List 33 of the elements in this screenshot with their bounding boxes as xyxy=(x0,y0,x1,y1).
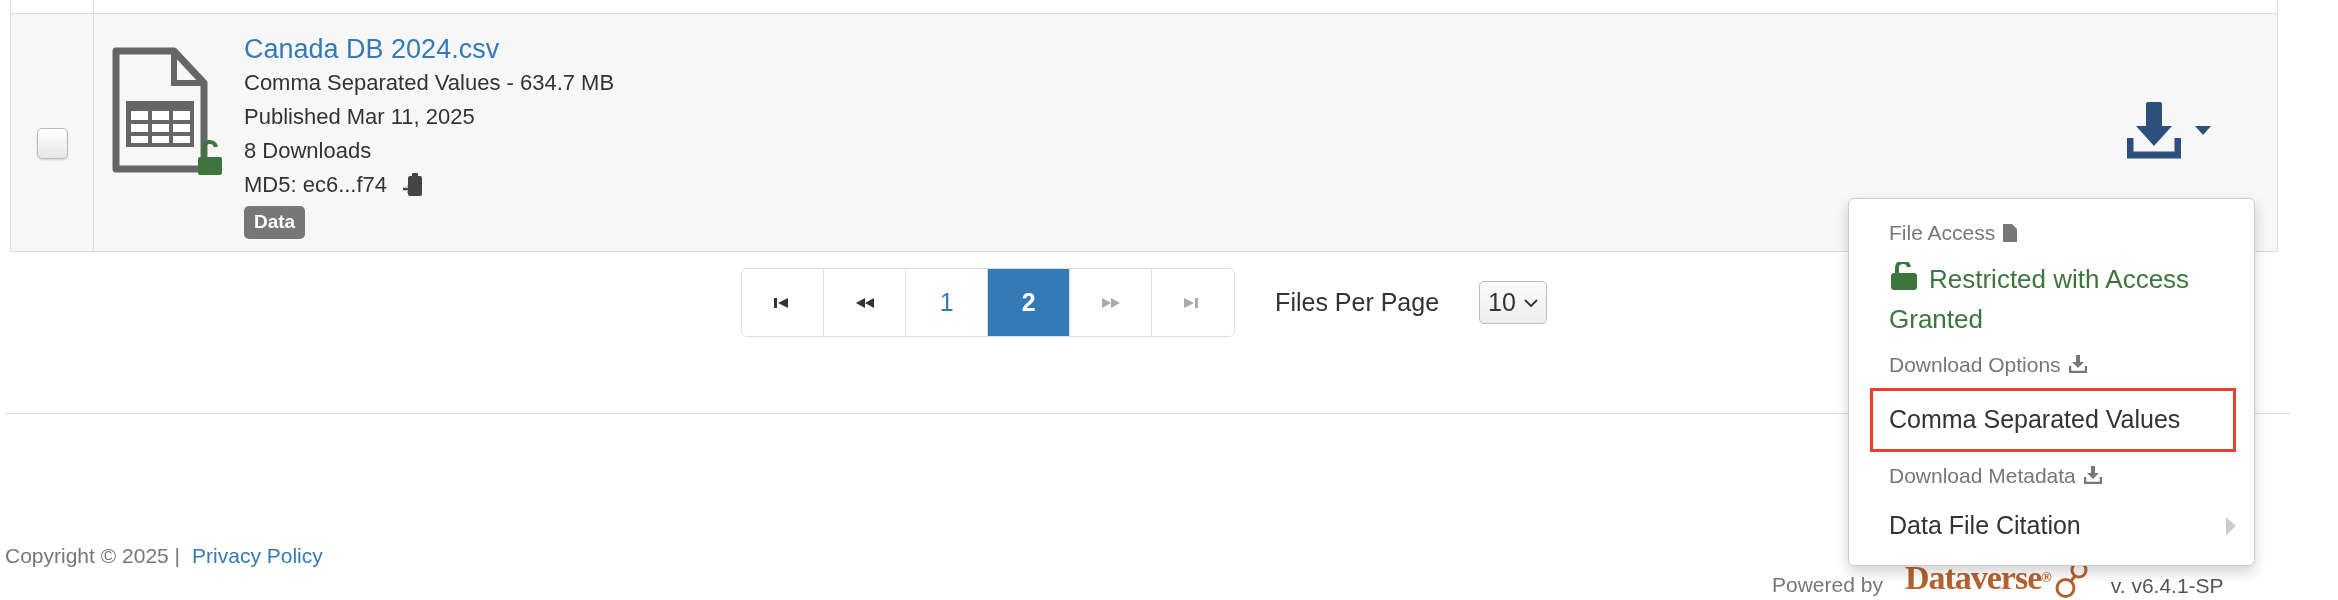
version-text: v. v6.4.1-SP xyxy=(2110,573,2224,598)
files-per-page-select[interactable]: 10 xyxy=(1479,280,1547,325)
file-detail: Comma Separated Values - 634.7 MB xyxy=(244,69,615,97)
unlocked-icon xyxy=(1889,261,1919,290)
files-per-page-label: Files Per Page xyxy=(1275,286,1440,318)
spreadsheet-file-icon xyxy=(112,47,224,177)
download-icon xyxy=(2068,355,2087,374)
file-detail: Published Mar 11, 2025 xyxy=(244,103,476,131)
file-detail: 8 Downloads xyxy=(244,137,373,165)
page-button[interactable]: 2 xyxy=(988,269,1071,336)
caret-right-icon xyxy=(2226,516,2236,535)
menu-header: File Access xyxy=(1889,220,1996,246)
file-icon xyxy=(2003,223,2018,242)
copyright-text: Copyright © 2025 | xyxy=(5,543,181,569)
menu-header: Download Metadata xyxy=(1889,462,2076,489)
file-tag: Data xyxy=(244,206,306,239)
download-icon xyxy=(2083,466,2102,485)
md5-checksum: MD5: ec6...f74 xyxy=(244,171,388,199)
menu-header: Download Options xyxy=(1889,351,2061,378)
menu-item[interactable]: Comma Separated Values xyxy=(1870,388,2236,452)
powered-by-text: Powered by xyxy=(1772,572,1883,598)
download-button[interactable] xyxy=(2127,102,2211,159)
previous-page-icon xyxy=(855,297,874,308)
privacy-policy-link[interactable]: Privacy Policy xyxy=(192,540,323,572)
clipboard-icon[interactable] xyxy=(403,173,424,197)
chevron-down-icon xyxy=(1523,298,1538,307)
submenu-item[interactable]: Data File Citation xyxy=(1849,497,2254,553)
file-name-link[interactable]: Canada DB 2024.csv xyxy=(244,34,500,64)
next-page-icon xyxy=(1101,297,1120,308)
checkbox[interactable] xyxy=(36,128,68,159)
access-status: Restricted with Access Granted xyxy=(1888,260,2191,336)
caret-icon xyxy=(2195,126,2211,135)
first-page-button[interactable] xyxy=(742,269,825,336)
